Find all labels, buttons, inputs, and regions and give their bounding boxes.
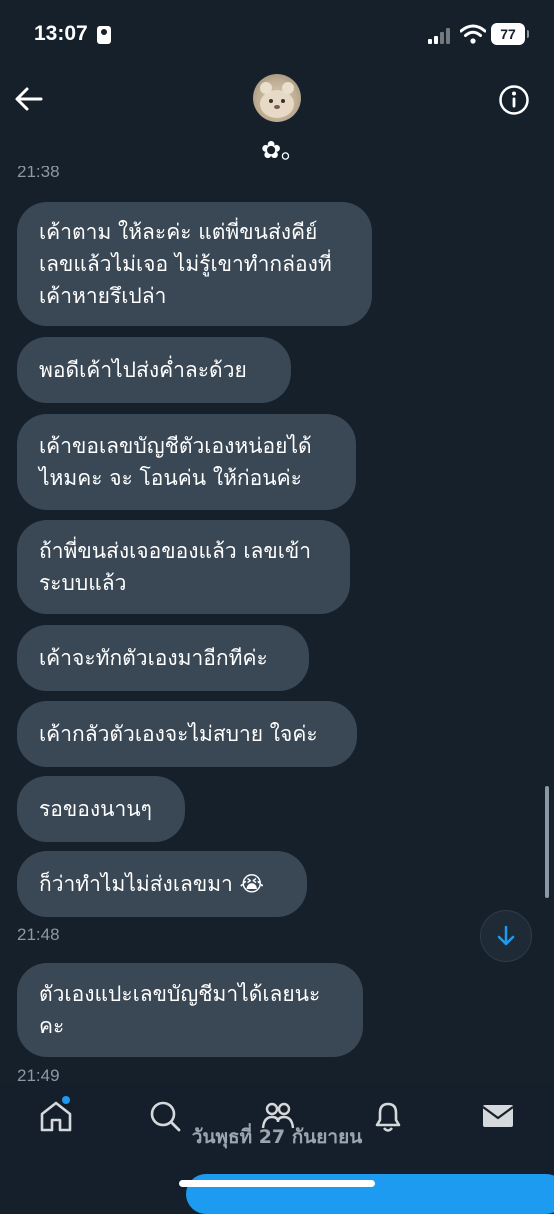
message-bubble[interactable]: รอของนานๆ [17,776,185,842]
scroll-to-bottom-button[interactable] [480,910,532,962]
arrow-down-icon [497,925,515,946]
message-text: พอดีเค้าไปส่งค่ำละด้วย [39,358,247,382]
info-button[interactable] [498,84,530,116]
message-text: ถ้าพี่ขนส่งเจอของแล้ว เลขเข้า ระบบแล้ว [39,539,312,595]
message-bubble[interactable]: ก็ว่าทำไมไม่ส่งเลขมา 😭 [17,851,307,917]
message-thread[interactable]: 21:38 เค้าตาม ให้ละค่ะ แต่พี่ขนส่งคีย์ เ… [0,0,554,1200]
message-text: ก็ว่าทำไมไม่ส่งเลขมา 😭 [39,872,265,896]
message-timestamp: 21:48 [17,925,60,944]
message-text: เค้าจะทักตัวเองมาอีกทีค่ะ [39,646,268,670]
message-bubble[interactable]: เค้าตาม ให้ละค่ะ แต่พี่ขนส่งคีย์ เลขแล้ว… [17,202,372,326]
message-text: ตัวเองแปะเลขบัญชีมาได้เลยนะ คะ [39,982,321,1038]
home-notification-dot [62,1096,70,1104]
arrow-left-icon [15,87,43,111]
avatar[interactable] [253,74,301,122]
message-text: เค้าตาม ให้ละค่ะ แต่พี่ขนส่งคีย์ เลขแล้ว… [39,220,332,308]
message-bubble[interactable]: ตัวเองแปะเลขบัญชีมาได้เลยนะ คะ [17,963,363,1057]
conversation-header: ✿｡ [0,70,554,166]
message-bubble[interactable]: พอดีเค้าไปส่งค่ำละด้วย [17,337,291,403]
message-text: เค้าขอเลขบัญชีตัวเองหน่อยได้ ไหมคะ จะ โอ… [39,434,312,490]
info-circle-icon [499,85,529,115]
contact-name[interactable]: ✿｡ [0,130,554,165]
scrollbar[interactable] [545,786,549,898]
message-bubble[interactable]: เค้าจะทักตัวเองมาอีกทีค่ะ [17,625,309,691]
message-bubble[interactable]: เค้าขอเลขบัญชีตัวเองหน่อยได้ ไหมคะ จะ โอ… [17,414,356,510]
back-button[interactable] [12,82,46,116]
message-bubble[interactable]: ถ้าพี่ขนส่งเจอของแล้ว เลขเข้า ระบบแล้ว [17,520,350,614]
date-separator: วันพุธที่ 27 กันยายน [191,1126,363,1148]
message-bubble[interactable]: เค้ากลัวตัวเองจะไม่สบาย ใจค่ะ [17,701,357,767]
home-indicator [179,1180,375,1187]
message-text: รอของนานๆ [39,797,152,821]
message-text: เค้ากลัวตัวเองจะไม่สบาย ใจค่ะ [39,722,318,746]
